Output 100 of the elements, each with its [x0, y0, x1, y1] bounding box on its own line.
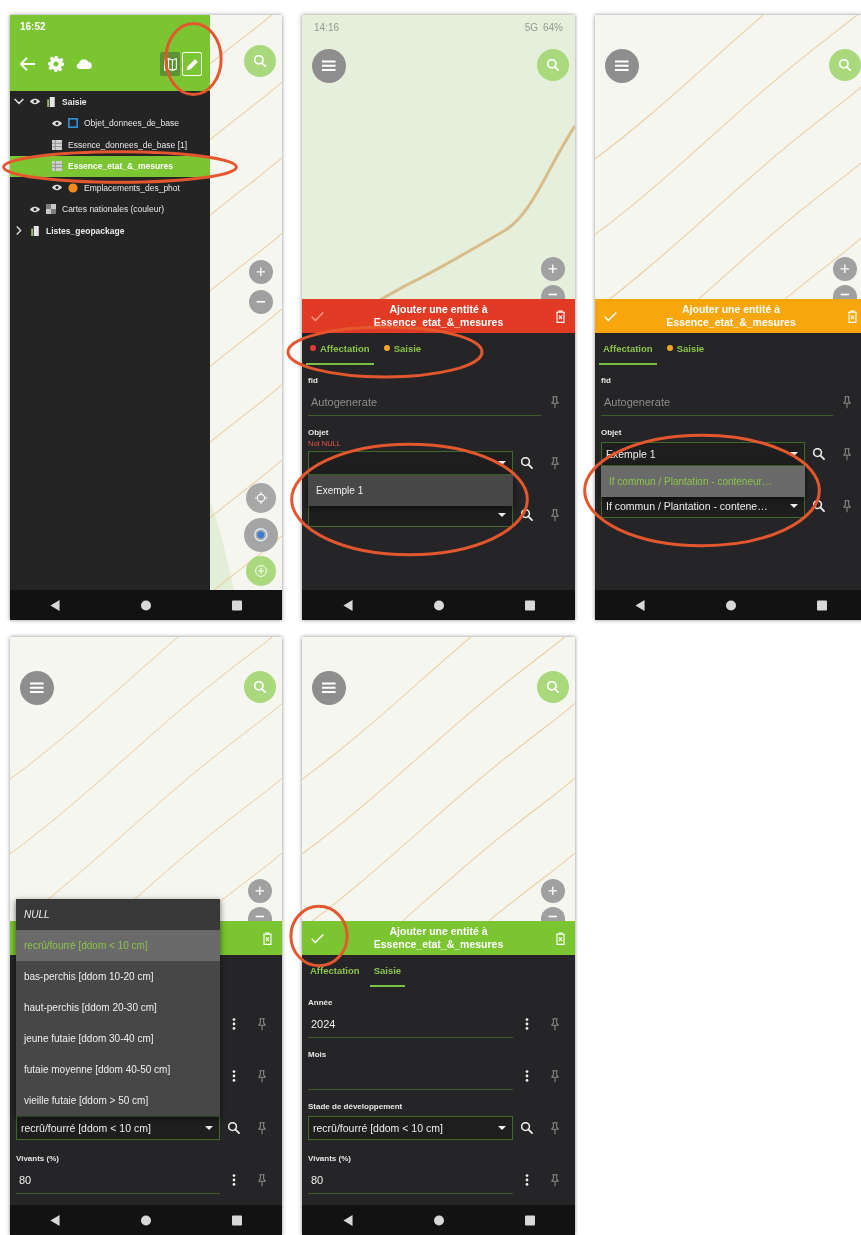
pin-icon[interactable]: [549, 1173, 561, 1187]
layer-item[interactable]: Listes_geopackage: [10, 220, 210, 242]
search-icon[interactable]: [813, 448, 825, 460]
eye-icon[interactable]: [30, 204, 40, 214]
caret-icon: [498, 461, 506, 465]
status-time: 16:52: [20, 20, 46, 32]
field-label: Année: [308, 998, 333, 1007]
home-icon[interactable]: [433, 599, 444, 611]
text-field[interactable]: 80: [308, 1166, 513, 1194]
pin-icon[interactable]: [549, 1017, 561, 1031]
text-field[interactable]: Autogenerate: [308, 388, 541, 416]
pin-icon[interactable]: [549, 395, 561, 409]
eye-icon[interactable]: [30, 97, 40, 107]
delete-icon[interactable]: [553, 309, 567, 323]
recents-icon[interactable]: [816, 599, 827, 611]
caret-icon: [790, 452, 798, 456]
recents-icon[interactable]: [524, 599, 535, 611]
pin-icon[interactable]: [256, 1121, 268, 1135]
search-icon[interactable]: [813, 500, 825, 512]
map-icon: [163, 57, 177, 71]
field-label: fid: [308, 376, 318, 385]
battery-level: 64%: [543, 21, 563, 33]
check-icon: [310, 931, 324, 945]
dropdown[interactable]: recrû/fourré [ddom < 10 cm]: [308, 1116, 513, 1140]
pin-icon[interactable]: [256, 1069, 268, 1083]
back-icon[interactable]: [50, 1214, 61, 1226]
recents-icon[interactable]: [231, 599, 242, 611]
layer-item[interactable]: Cartes nationales (couleur): [10, 198, 210, 220]
pin-icon[interactable]: [841, 447, 853, 461]
search-icon[interactable]: [521, 457, 533, 469]
minus-icon: [840, 293, 850, 296]
eye-icon[interactable]: [52, 183, 62, 193]
check-icon: [603, 309, 617, 323]
back-icon[interactable]: [342, 1214, 353, 1226]
tab[interactable]: Saisie: [662, 333, 709, 365]
menu-option[interactable]: NULL: [16, 899, 220, 930]
pin-icon[interactable]: [256, 1173, 268, 1187]
home-icon[interactable]: [726, 599, 736, 611]
menu-option[interactable]: futaie moyenne [ddom 40-50 cm]: [16, 1054, 220, 1085]
eye-icon[interactable]: [52, 118, 62, 128]
crosshair-icon: [255, 492, 267, 504]
layer-item[interactable]: Saisie: [10, 91, 210, 113]
menu-icon: [322, 681, 336, 695]
tab[interactable]: Affectation: [306, 955, 364, 987]
network-type: 5G: [524, 21, 538, 33]
text-field[interactable]: 2024: [308, 1010, 513, 1038]
add-icon: [255, 565, 267, 577]
pin-icon[interactable]: [549, 1121, 561, 1135]
pencil-icon: [185, 57, 199, 71]
status-time: 14:16: [314, 21, 340, 33]
tab[interactable]: Affectation: [599, 333, 657, 365]
dropdown[interactable]: [308, 451, 513, 475]
field-label: Objet: [601, 428, 622, 437]
back-icon[interactable]: [342, 599, 353, 611]
plus-icon: [548, 264, 558, 274]
back-icon[interactable]: [635, 599, 646, 611]
chevron-down-icon[interactable]: [14, 97, 24, 107]
square-icon: [68, 118, 78, 129]
layer-item[interactable]: Emplacements_des_phot: [10, 177, 210, 199]
plus-icon: [256, 267, 266, 277]
back-icon[interactable]: [50, 599, 61, 611]
home-icon[interactable]: [433, 1214, 444, 1226]
text-field[interactable]: Autogenerate: [601, 388, 833, 416]
menu-option[interactable]: vieille futaie [ddom > 50 cm]: [16, 1085, 220, 1116]
menu-option[interactable]: jeune futaie [ddom 30-40 cm]: [16, 1023, 220, 1054]
file-icon: [30, 225, 40, 236]
home-icon[interactable]: [141, 1214, 151, 1226]
dot-icon: [68, 182, 78, 193]
text-field[interactable]: 80: [16, 1166, 220, 1194]
tab[interactable]: Affectation: [306, 333, 374, 365]
layer-item[interactable]: Essence_donnees_de_base [1]: [10, 134, 210, 156]
pin-icon[interactable]: [549, 456, 561, 470]
pin-icon[interactable]: [256, 1017, 268, 1031]
field-label: Stade de développement: [308, 1102, 403, 1111]
plus-icon: [840, 264, 850, 274]
tab[interactable]: Saisie: [369, 955, 406, 987]
field-label: Mois: [308, 1050, 327, 1059]
pin-icon[interactable]: [841, 395, 853, 409]
recents-icon[interactable]: [231, 1214, 242, 1226]
layer-item[interactable]: Objet_donnees_de_base: [10, 112, 210, 134]
pin-icon[interactable]: [549, 508, 561, 522]
form-title: Ajouter une entité à Essence_etat_&_mesures: [372, 303, 505, 329]
search-icon[interactable]: [228, 1122, 240, 1134]
tab[interactable]: Saisie: [379, 333, 426, 365]
location-icon: [254, 528, 268, 542]
recents-icon[interactable]: [524, 1214, 535, 1226]
pin-icon[interactable]: [549, 1069, 561, 1083]
chevron-right-icon[interactable]: [14, 226, 24, 236]
menu-option[interactable]: bas-perchis [ddom 10-20 cm]: [16, 961, 220, 992]
plus-icon: [548, 886, 558, 896]
pin-icon[interactable]: [841, 499, 853, 513]
menu-icon: [30, 681, 44, 695]
search-icon[interactable]: [521, 509, 533, 521]
search-icon[interactable]: [521, 1122, 533, 1134]
caret-icon: [205, 1126, 213, 1130]
menu-option[interactable]: haut-perchis [ddom 20-30 cm]: [16, 992, 220, 1023]
caret-icon: [790, 504, 798, 508]
minus-icon: [255, 915, 265, 918]
home-icon[interactable]: [141, 599, 151, 611]
dropdown[interactable]: recrû/fourré [ddom < 10 cm]: [16, 1116, 220, 1140]
